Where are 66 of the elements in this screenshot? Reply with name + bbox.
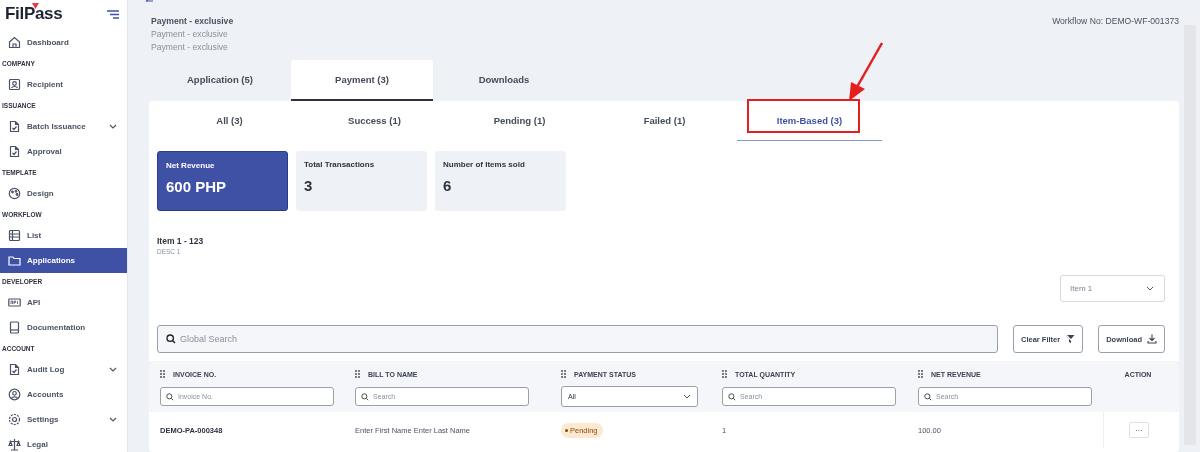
filter-tab[interactable]: Success (1): [302, 101, 447, 141]
drag-handle-icon[interactable]: [722, 370, 727, 378]
nav-item[interactable]: Recipient: [0, 72, 127, 97]
nav-item[interactable]: Settings: [0, 407, 127, 432]
nav-icon: [8, 363, 21, 376]
nav-item[interactable]: Design: [0, 181, 127, 206]
drag-handle-icon[interactable]: [160, 370, 165, 378]
drag-handle-icon[interactable]: [355, 370, 360, 378]
nav-icon: [8, 36, 21, 49]
chevron-icon: [683, 394, 691, 399]
nav-icon: [8, 78, 21, 91]
nav-item[interactable]: Audit Log: [0, 357, 127, 382]
stat-value: 6: [443, 177, 453, 194]
filter-tab[interactable]: All (3): [157, 101, 302, 141]
page-title: Payment - exclusive: [151, 15, 234, 28]
drag-handle-icon[interactable]: [561, 370, 566, 378]
filter-clear-icon: [1065, 334, 1076, 344]
stat-value: 3: [304, 177, 314, 194]
stat-card[interactable]: Net Revenue 600 PHP: [157, 151, 288, 211]
nav-icon: [8, 413, 21, 426]
item-title: Item 1 - 123: [157, 236, 205, 246]
tab[interactable]: Downloads: [433, 60, 575, 101]
chevron-icon: [1146, 286, 1154, 291]
filter-tab[interactable]: Failed (1): [592, 101, 737, 141]
nav-icon: [8, 229, 21, 242]
stat-value: 600 PHP: [166, 178, 228, 195]
filter-tab[interactable]: Item-Based (3): [737, 101, 882, 141]
nav-item[interactable]: List: [0, 223, 127, 248]
download-icon: [1147, 334, 1157, 344]
nav-item[interactable]: Documentation: [0, 315, 127, 340]
logo: FilPass: [5, 4, 63, 24]
stat-label: Total Transactions: [304, 160, 376, 169]
nav-item[interactable]: API: [0, 290, 127, 315]
nav-icon: [8, 438, 21, 451]
drag-handle-icon[interactable]: [918, 370, 923, 378]
search-icon: [924, 392, 932, 401]
nav-item[interactable]: Accounts: [0, 382, 127, 407]
stat-label: Net Revenue: [166, 161, 216, 170]
stat-label: Number of Items sold: [443, 160, 526, 169]
menu-icon[interactable]: [107, 9, 119, 19]
tab[interactable]: Application (5): [149, 60, 291, 101]
nav-icon: [8, 120, 21, 133]
page-title: Payment - exclusive: [151, 28, 229, 41]
search-icon: [728, 392, 736, 401]
item-dropdown[interactable]: Item 1: [1060, 275, 1165, 302]
global-search-field[interactable]: Global Search: [157, 325, 998, 353]
nav-icon: [8, 187, 21, 200]
filter-tab[interactable]: Pending (1): [447, 101, 592, 141]
nav-item[interactable]: Batch Issuance: [0, 114, 127, 139]
search-icon: [166, 334, 176, 344]
nav-icon: [8, 388, 21, 401]
search-icon: [166, 392, 174, 401]
nav-icon: [8, 145, 21, 158]
nav-icon: [8, 254, 21, 267]
nav-icon: [8, 321, 21, 334]
page-title: Payment - exclusive: [151, 41, 229, 54]
nav-item[interactable]: Approval: [0, 139, 127, 164]
nav-item[interactable]: Dashboard: [0, 30, 127, 55]
stat-card[interactable]: Total Transactions 3: [296, 151, 427, 211]
nav-item[interactable]: Applications: [0, 248, 127, 273]
nav-item[interactable]: Legal: [0, 432, 127, 452]
stat-card[interactable]: Number of Items sold 6: [435, 151, 566, 211]
workflow-number: Workflow No: DEMO-WF-001373: [1052, 15, 1179, 28]
tab[interactable]: Payment (3): [291, 60, 433, 101]
nav-icon: [8, 296, 21, 309]
search-icon: [361, 392, 369, 401]
